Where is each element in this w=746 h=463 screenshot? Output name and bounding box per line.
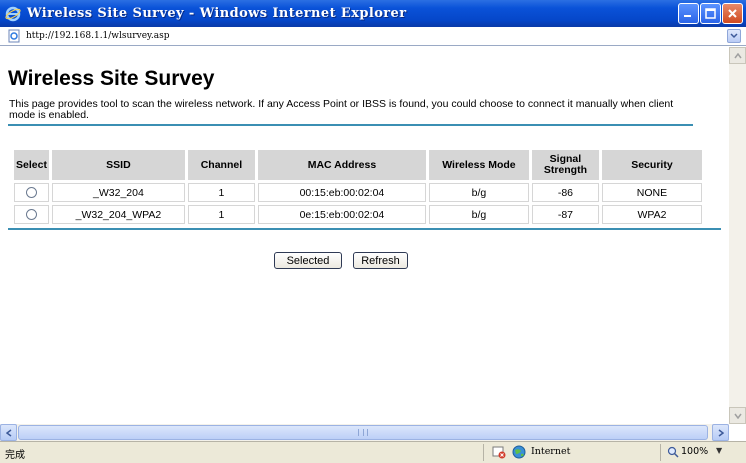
mode-cell: b/g: [428, 183, 529, 202]
selected-button[interactable]: Selected: [274, 252, 342, 269]
signal-cell: -87: [531, 205, 599, 224]
internet-globe-icon: [512, 445, 526, 459]
select-radio[interactable]: [25, 209, 37, 221]
close-icon: [728, 9, 737, 18]
status-bar: 完成 Internet 100% ▼: [0, 441, 746, 463]
window-title: Wireless Site Survey - Windows Internet …: [27, 6, 407, 21]
site-survey-table: Select SSID Channel MAC Address Wireless…: [11, 147, 705, 227]
maximize-button[interactable]: [700, 3, 721, 24]
scroll-thumb[interactable]: [18, 425, 708, 440]
internet-explorer-icon: [5, 6, 21, 21]
mac-cell: 0e:15:eb:00:02:04: [257, 205, 426, 224]
scroll-left-button[interactable]: [0, 424, 17, 441]
grip-icon: [358, 429, 368, 436]
header-select: Select: [14, 150, 49, 180]
status-separator: [660, 444, 661, 461]
table-row: _W32_204_WPA2 1 0e:15:eb:00:02:04 b/g -8…: [14, 205, 702, 224]
status-text: 完成: [5, 450, 25, 461]
mac-cell: 00:15:eb:00:02:04: [257, 183, 426, 202]
maximize-icon: [705, 8, 716, 19]
horizontal-scrollbar[interactable]: [0, 424, 729, 441]
header-mac-address: MAC Address: [257, 150, 426, 180]
signal-cell: -86: [531, 183, 599, 202]
divider-top: [8, 124, 693, 126]
header-channel: Channel: [187, 150, 255, 180]
minimize-button[interactable]: [678, 3, 699, 24]
arrow-down-icon: [733, 413, 742, 419]
zoom-icon[interactable]: [667, 446, 679, 458]
header-security: Security: [601, 150, 702, 180]
refresh-button[interactable]: Refresh: [353, 252, 408, 269]
arrow-up-icon: [733, 52, 742, 58]
close-button[interactable]: [722, 3, 743, 24]
header-ssid: SSID: [51, 150, 185, 180]
divider-bottom: [8, 228, 721, 230]
table-header-row: Select SSID Channel MAC Address Wireless…: [14, 150, 702, 180]
header-wireless-mode: Wireless Mode: [428, 150, 529, 180]
scroll-up-button[interactable]: [729, 47, 746, 64]
security-cell: NONE: [601, 183, 702, 202]
header-signal-strength: Signal Strength: [531, 150, 599, 180]
zoom-dropdown-icon[interactable]: ▼: [716, 446, 722, 455]
select-cell[interactable]: [14, 183, 49, 202]
ssid-cell: _W32_204_WPA2: [51, 205, 185, 224]
minimize-icon: [684, 15, 691, 17]
chevron-down-icon: [730, 33, 738, 39]
page-description: This page provides tool to scan the wire…: [9, 98, 674, 121]
window-titlebar[interactable]: Wireless Site Survey - Windows Internet …: [0, 0, 746, 27]
channel-cell: 1: [187, 205, 255, 224]
zoom-level[interactable]: 100%: [681, 446, 708, 457]
ssid-cell: _W32_204: [51, 183, 185, 202]
channel-cell: 1: [187, 183, 255, 202]
address-dropdown-button[interactable]: [727, 29, 741, 43]
address-url[interactable]: http://192.168.1.1/wlsurvey.asp: [26, 31, 170, 41]
security-zone-label: Internet: [531, 446, 571, 457]
security-cell: WPA2: [601, 205, 702, 224]
select-cell[interactable]: [14, 205, 49, 224]
table-row: _W32_204 1 00:15:eb:00:02:04 b/g -86 NON…: [14, 183, 702, 202]
arrow-right-icon: [718, 428, 724, 437]
mode-cell: b/g: [428, 205, 529, 224]
select-radio[interactable]: [25, 187, 37, 199]
page-title: Wireless Site Survey: [8, 67, 215, 90]
page-icon: [8, 29, 20, 43]
address-bar[interactable]: http://192.168.1.1/wlsurvey.asp: [0, 27, 746, 46]
scroll-down-button[interactable]: [729, 407, 746, 424]
scroll-right-button[interactable]: [712, 424, 729, 441]
blocked-zone-icon[interactable]: [492, 445, 506, 459]
status-separator: [483, 444, 484, 461]
page-content: Wireless Site Survey This page provides …: [0, 47, 729, 424]
arrow-left-icon: [5, 428, 11, 437]
vertical-scrollbar[interactable]: [729, 47, 746, 424]
